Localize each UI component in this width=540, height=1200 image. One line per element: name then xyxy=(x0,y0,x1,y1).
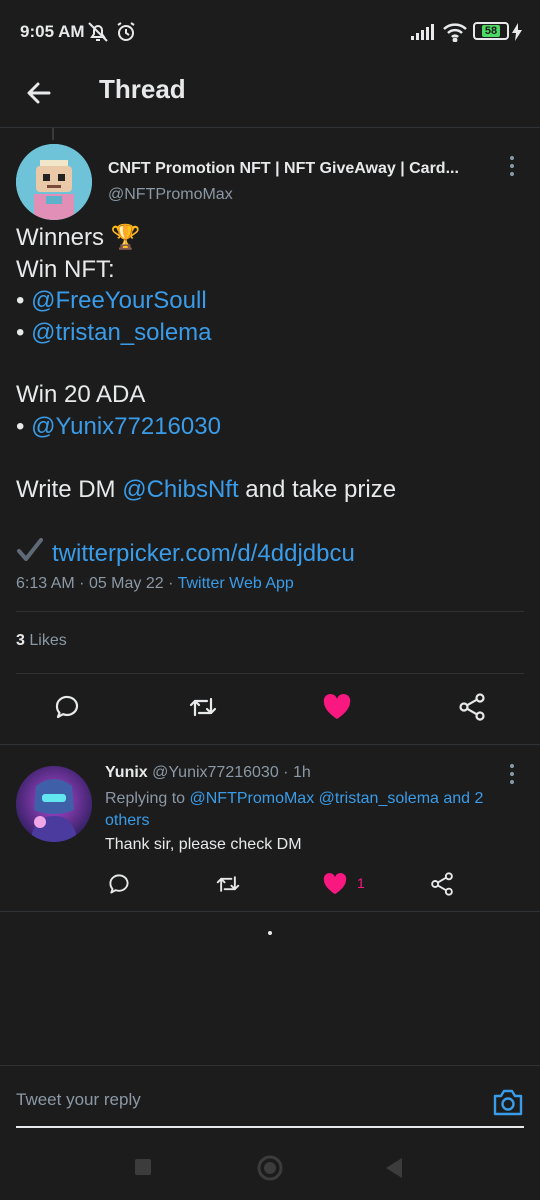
check-mark-icon xyxy=(16,536,44,571)
status-bar: 9:05 AM 58 xyxy=(0,0,540,60)
reply-icon[interactable] xyxy=(52,692,82,722)
trophy-icon: 🏆 xyxy=(110,224,141,251)
tweet-time: 6:13 AM xyxy=(16,575,75,592)
divider xyxy=(0,744,540,745)
reply-retweet-icon[interactable] xyxy=(214,871,242,897)
thread-header: Thread xyxy=(0,60,540,128)
tweet-line-mention3: • @Yunix77216030 xyxy=(16,411,221,442)
tweet-line-win-ada: Win 20 ADA xyxy=(16,379,145,410)
mention-link[interactable]: @ChibsNft xyxy=(122,476,238,503)
divider xyxy=(16,673,524,674)
bullet: • xyxy=(16,319,25,346)
likes-count: 3 xyxy=(16,632,25,649)
mute-icon xyxy=(86,20,110,49)
reply-header: Yunix @Yunix77216030 · 1h xyxy=(105,764,311,782)
take-prize-text: and take prize xyxy=(245,476,397,503)
camera-icon[interactable] xyxy=(490,1084,526,1120)
loading-indicator xyxy=(268,931,272,935)
recent-apps-button[interactable] xyxy=(134,1158,152,1176)
author-name[interactable]: CNFT Promotion NFT | NFT GiveAway | Card… xyxy=(108,160,468,178)
system-nav-bar xyxy=(0,1140,540,1200)
reply-author-handle[interactable]: @Yunix77216030 xyxy=(152,764,279,781)
win-nft-text: Win NFT: xyxy=(16,256,115,283)
tweet-link-row: twitterpicker.com/d/4ddjdbcu xyxy=(16,536,355,571)
tweet-meta: 6:13 AM · 05 May 22 · Twitter Web App xyxy=(16,575,294,592)
wifi-icon xyxy=(442,22,468,47)
tweet-source[interactable]: Twitter Web App xyxy=(178,575,294,592)
author-handle[interactable]: @NFTPromoMax xyxy=(108,186,233,204)
reply-input-underline xyxy=(16,1126,524,1128)
battery-icon: 58 xyxy=(473,22,509,40)
divider xyxy=(0,911,540,912)
reply-share-icon[interactable] xyxy=(429,871,455,897)
winners-text: Winners xyxy=(16,224,105,251)
tweet-line-mention2: • @tristan_solema xyxy=(16,317,212,348)
divider xyxy=(16,611,524,612)
reply-reply-icon[interactable] xyxy=(106,871,132,897)
signal-icon xyxy=(410,24,436,45)
mention-link[interactable]: @tristan_solema xyxy=(31,319,211,346)
external-link[interactable]: twitterpicker.com/d/4ddjdbcu xyxy=(52,540,355,568)
mention-link[interactable]: @Yunix77216030 xyxy=(31,413,221,440)
win-ada-text: Win 20 ADA xyxy=(16,381,146,408)
reply-more-options-icon[interactable] xyxy=(502,762,522,786)
charging-icon xyxy=(511,23,523,46)
mention-link[interactable]: @FreeYourSoull xyxy=(31,287,207,314)
reply-input[interactable] xyxy=(16,1090,476,1110)
back-nav-button[interactable] xyxy=(384,1157,404,1179)
tweet-line-mention1: • @FreeYourSoull xyxy=(16,285,207,316)
share-icon[interactable] xyxy=(457,692,487,722)
home-button[interactable] xyxy=(257,1155,283,1181)
likes-count-row[interactable]: 3 Likes xyxy=(16,632,67,650)
more-options-icon[interactable] xyxy=(502,154,522,178)
tweet-date: 05 May 22 xyxy=(88,575,164,592)
reply-like-icon[interactable] xyxy=(321,871,349,897)
bullet: • xyxy=(16,287,25,314)
tweet-line-win-nft: Win NFT: xyxy=(16,254,115,285)
reply-text: Thank sir, please check DM xyxy=(105,836,302,853)
status-time: 9:05 AM xyxy=(20,22,85,41)
reply-author-avatar[interactable] xyxy=(16,766,92,842)
bullet: • xyxy=(16,413,25,440)
reply-age: · 1h xyxy=(283,764,311,781)
reply-composer xyxy=(0,1065,540,1135)
back-button[interactable] xyxy=(20,74,58,112)
write-dm-text: Write DM xyxy=(16,476,116,503)
tweet-line-winners: Winners 🏆 xyxy=(16,222,141,253)
likes-label: Likes xyxy=(29,632,67,649)
reply-author-name[interactable]: Yunix xyxy=(105,764,148,781)
replying-to-label: Replying to xyxy=(105,790,186,807)
page-title: Thread xyxy=(99,74,186,104)
author-avatar[interactable] xyxy=(16,144,92,220)
reply-like-count: 1 xyxy=(357,875,365,891)
replying-to: Replying to @NFTPromoMax @tristan_solema… xyxy=(105,788,505,832)
arrow-left-icon xyxy=(27,82,51,104)
thread-connector-line xyxy=(52,128,54,140)
battery-level: 58 xyxy=(481,25,501,37)
like-icon[interactable] xyxy=(322,692,352,722)
alarm-icon xyxy=(114,20,138,49)
tweet-line-write-dm: Write DM @ChibsNft and take prize xyxy=(16,474,396,505)
retweet-icon[interactable] xyxy=(187,692,219,722)
